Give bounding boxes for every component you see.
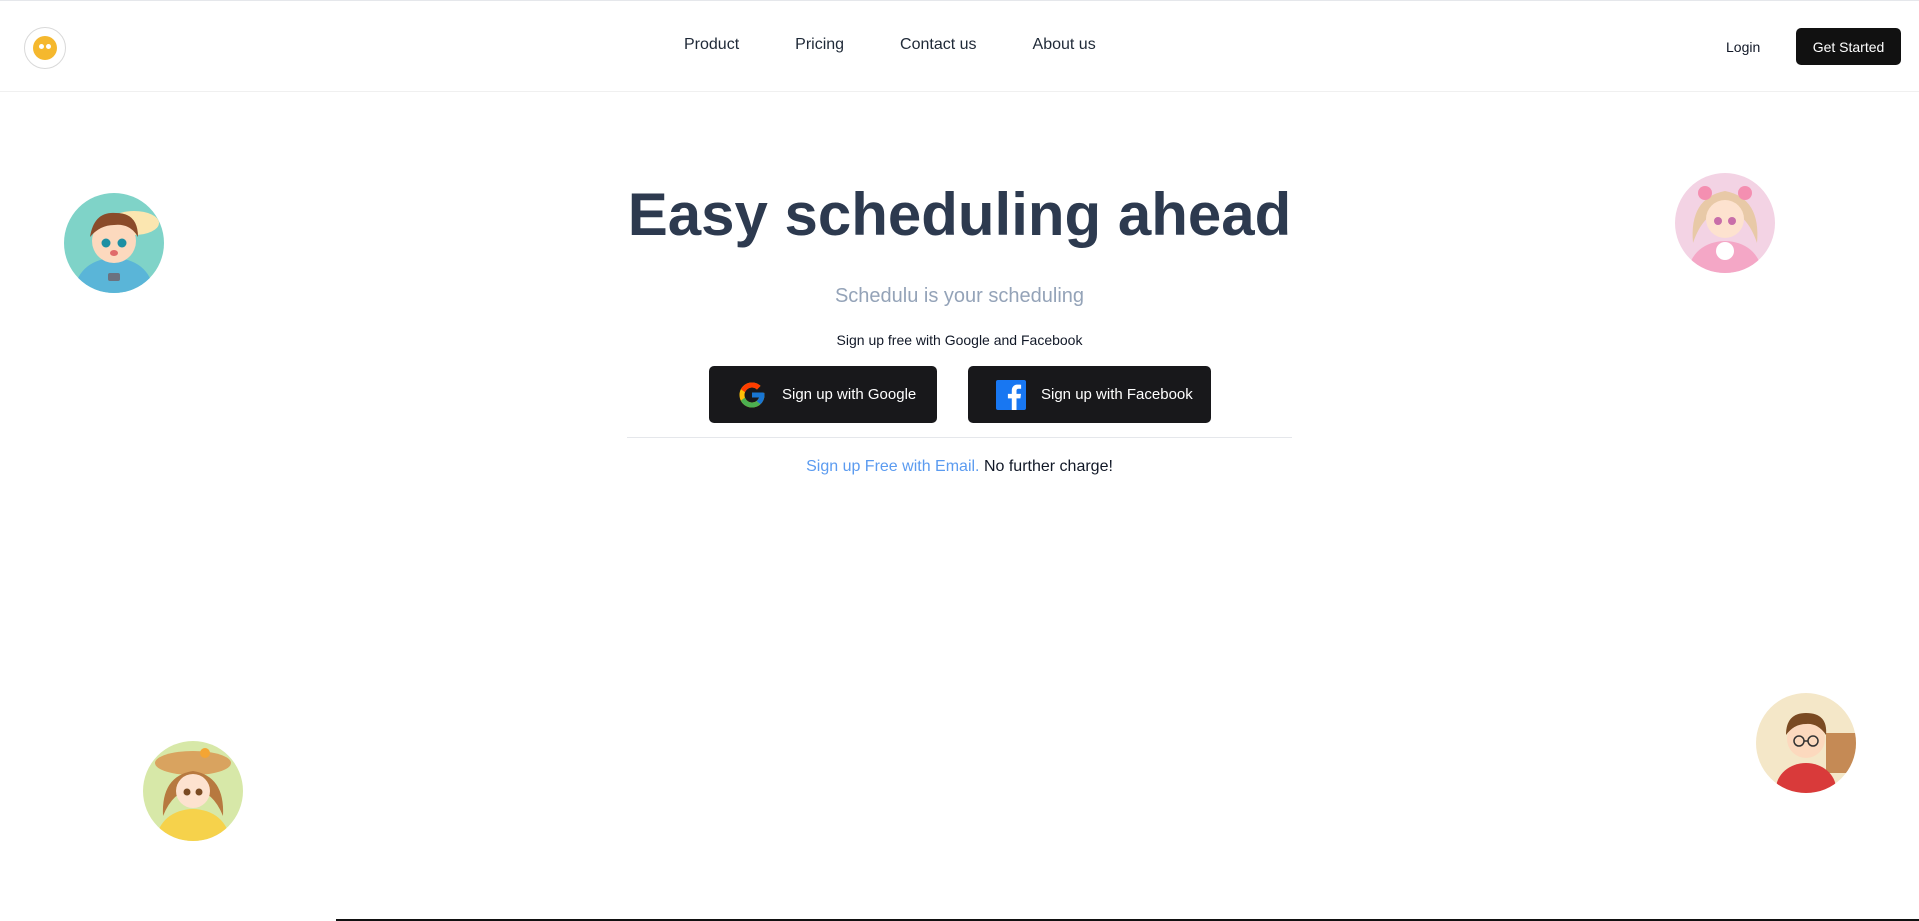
- hero-subtitle: Schedulu is your scheduling: [834, 285, 1085, 307]
- page: Product Pricing Contact us About us Logi…: [0, 0, 1919, 921]
- login-link[interactable]: Login: [1726, 37, 1760, 57]
- google-icon: [737, 380, 767, 410]
- google-signup-button[interactable]: Sign up with Google: [709, 366, 937, 423]
- nav-pricing[interactable]: Pricing: [795, 35, 844, 55]
- site-header: Product Pricing Contact us About us Logi…: [0, 1, 1919, 92]
- nav-about-us[interactable]: About us: [1033, 35, 1096, 55]
- google-signup-label: Sign up with Google: [782, 386, 917, 403]
- facebook-icon: [996, 379, 1026, 410]
- logo-cat-icon: [33, 36, 57, 60]
- avatar-girl-yellow: [143, 741, 243, 841]
- nav-contact-us[interactable]: Contact us: [900, 35, 976, 55]
- logo[interactable]: [24, 27, 66, 69]
- get-started-button[interactable]: Get Started: [1796, 28, 1901, 65]
- email-signup-link[interactable]: Sign up Free with Email.: [806, 458, 979, 475]
- email-signup-line: Sign up Free with Email. No further char…: [0, 457, 1919, 477]
- facebook-signup-label: Sign up with Facebook: [1041, 386, 1193, 403]
- hero-title: Easy scheduling ahead: [627, 181, 1292, 248]
- email-signup-tail: No further charge!: [983, 458, 1113, 475]
- main-nav: Product Pricing Contact us About us: [684, 35, 1096, 55]
- signup-note: Sign up free with Google and Facebook: [836, 332, 1083, 348]
- facebook-signup-button[interactable]: Sign up with Facebook: [968, 366, 1211, 423]
- divider: [627, 437, 1292, 438]
- nav-product[interactable]: Product: [684, 35, 739, 55]
- avatar-boy-glasses: [1756, 693, 1856, 793]
